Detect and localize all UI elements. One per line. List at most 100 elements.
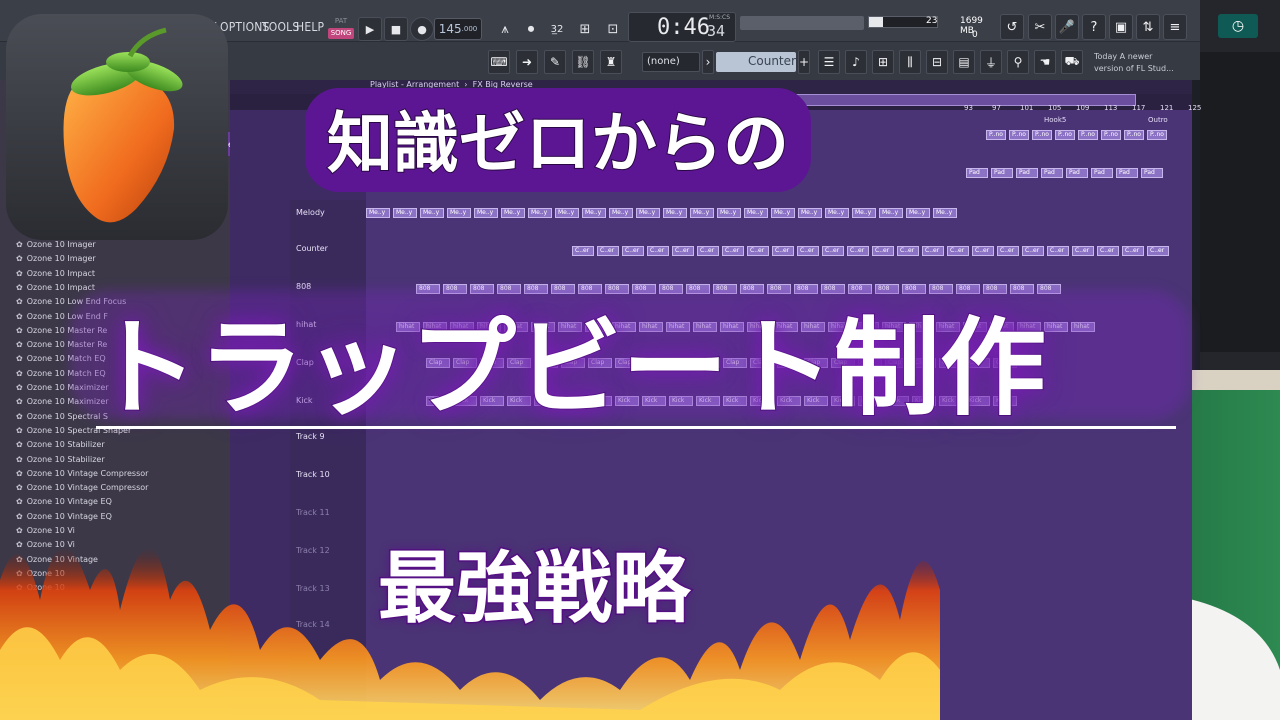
mixer-view-button[interactable]: ⫼ [899,50,921,74]
step-seq-button[interactable]: ⊞ [872,50,894,74]
link-button[interactable]: ⛓ [572,50,594,74]
timeline-marker[interactable]: Outro [1148,116,1168,124]
playlist-clip[interactable]: Me..y [879,208,903,218]
piano-roll-button[interactable]: ♪ [845,50,867,74]
playlist-clip[interactable]: Me..y [933,208,957,218]
playlist-clip[interactable]: P..no [1124,130,1144,140]
playlist-clip[interactable]: C..er [997,246,1019,256]
playlist-clip[interactable]: Pad [1116,168,1138,178]
playlist-clip[interactable]: P..no [1101,130,1121,140]
track-header[interactable]: Track 12 [296,546,330,555]
help-button[interactable]: ? [1082,14,1106,40]
playlist-clip[interactable]: Me..y [852,208,876,218]
stop-button[interactable]: ■ [384,17,408,41]
playlist-clip[interactable]: Pad [966,168,988,178]
track-header[interactable]: Track 11 [296,508,330,517]
plugin-list-item[interactable]: Ozone 10 Vintage Compressor [16,483,149,492]
edison-button[interactable]: ⚲ [1007,50,1029,74]
record-button[interactable]: ● [410,17,434,41]
plugin-list-item[interactable]: Ozone 10 Stabilizer [16,440,105,449]
playlist-clip[interactable]: Me..y [474,208,498,218]
playlist-clip[interactable]: P..no [1055,130,1075,140]
playlist-clip[interactable]: Me..y [663,208,687,218]
undo-button[interactable]: ↺ [1000,14,1024,40]
playlist-clip[interactable]: C..er [822,246,844,256]
channel-rack-button[interactable]: ☰ [818,50,840,74]
plugin-list-item[interactable]: Ozone 10 Impact [16,269,95,278]
playlist-clip[interactable]: C..er [572,246,594,256]
playlist-clip[interactable]: C..er [1072,246,1094,256]
browser-button[interactable]: ▤ [953,50,975,74]
playlist-clip[interactable]: Me..y [825,208,849,218]
plugin-list-item[interactable]: Ozone 10 Vintage [16,555,98,564]
playlist-clip[interactable]: Me..y [393,208,417,218]
playlist-clip[interactable]: C..er [872,246,894,256]
playlist-clip[interactable]: Me..y [501,208,525,218]
blend-notes-icon[interactable]: ⊡ [602,18,624,40]
playlist-clip[interactable]: C..er [897,246,919,256]
playlist-clip[interactable]: C..er [972,246,994,256]
playlist-clip[interactable]: Pad [1141,168,1163,178]
pattern-selector[interactable]: (none) [642,52,700,72]
track-header[interactable]: Track 14 [296,620,330,629]
playlist-clip[interactable]: P..no [1032,130,1052,140]
track-header[interactable]: Melody [296,208,325,217]
metronome-icon[interactable]: ⩚ [494,18,516,40]
playlist-clip[interactable]: C..er [697,246,719,256]
menu-tools[interactable]: TOOLS [262,20,299,34]
playlist-clip[interactable]: C..er [1147,246,1169,256]
playlist-clip[interactable]: P..no [1009,130,1029,140]
playlist-clip[interactable]: C..er [847,246,869,256]
playlist-clip[interactable]: Me..y [447,208,471,218]
news-hint[interactable]: Today A newer version of FL Stud... [1094,51,1174,75]
cut-button[interactable]: ✂ [1028,14,1052,40]
playlist-clip[interactable]: P..no [1147,130,1167,140]
playlist-clip[interactable]: C..er [1047,246,1069,256]
playlist-clip[interactable]: Me..y [906,208,930,218]
playlist-clip[interactable]: Me..y [690,208,714,218]
playlist-clip[interactable]: C..er [1097,246,1119,256]
playlist-clip[interactable]: C..er [922,246,944,256]
draw-button[interactable]: ✎ [544,50,566,74]
playlist-clip[interactable]: C..er [672,246,694,256]
plugin-list-item[interactable]: Ozone 10 Vi [16,540,75,549]
arrow-button[interactable]: ➜ [516,50,538,74]
plugin-list-item[interactable]: Ozone 10 Impact [16,283,95,292]
playlist-clip[interactable]: Me..y [420,208,444,218]
plugin-list-item[interactable]: Ozone 10 Vintage Compressor [16,469,149,478]
step-edit-icon[interactable]: ⊞ [574,18,596,40]
playlist-clip[interactable]: Me..y [528,208,552,218]
playlist-clip[interactable]: C..er [722,246,744,256]
playlist-clip[interactable]: P..no [986,130,1006,140]
playlist-clip[interactable]: Me..y [555,208,579,218]
playlist-clip[interactable]: Me..y [717,208,741,218]
wait-input-icon[interactable]: ⏺ [520,18,542,40]
playlist-clip[interactable]: Me..y [636,208,660,218]
export-button[interactable]: ⇅ [1136,14,1160,40]
plugin-list-item[interactable]: Ozone 10 [16,569,65,578]
timeline-marker[interactable]: Hook5 [1044,116,1066,124]
playlist-clip[interactable]: C..er [797,246,819,256]
mixer-button[interactable]: ≡ [1163,14,1187,40]
playlist-clip[interactable]: Me..y [744,208,768,218]
counter-add-button[interactable]: + [798,50,810,74]
playlist-button[interactable]: ⊟ [926,50,948,74]
touch-button[interactable]: ☚ [1034,50,1056,74]
playlist-clip[interactable]: Pad [1091,168,1113,178]
playlist-clip[interactable]: Me..y [366,208,390,218]
mic-button[interactable]: 🎤 [1055,14,1079,40]
pat-song-toggle[interactable]: PAT SONG [328,16,354,42]
update-tab[interactable]: ◷ [1218,14,1258,38]
pattern-next-button[interactable]: › [702,50,714,74]
shop-button[interactable]: ⛟ [1061,50,1083,74]
playlist-clip[interactable]: Me..y [609,208,633,218]
plugin-list-item[interactable]: Ozone 10 Vi [16,526,75,535]
playlist-clip[interactable]: Pad [1016,168,1038,178]
playlist-clip[interactable]: C..er [947,246,969,256]
playlist-clip[interactable]: C..er [597,246,619,256]
playlist-clip[interactable]: Pad [1066,168,1088,178]
plugin-list-item[interactable]: Ozone 10 Stabilizer [16,455,105,464]
plugin-list-item[interactable]: Ozone 10 Imager [16,254,96,263]
plugin-list-item[interactable]: Ozone 10 Vintage EQ [16,512,112,521]
playlist-clip[interactable]: C..er [647,246,669,256]
